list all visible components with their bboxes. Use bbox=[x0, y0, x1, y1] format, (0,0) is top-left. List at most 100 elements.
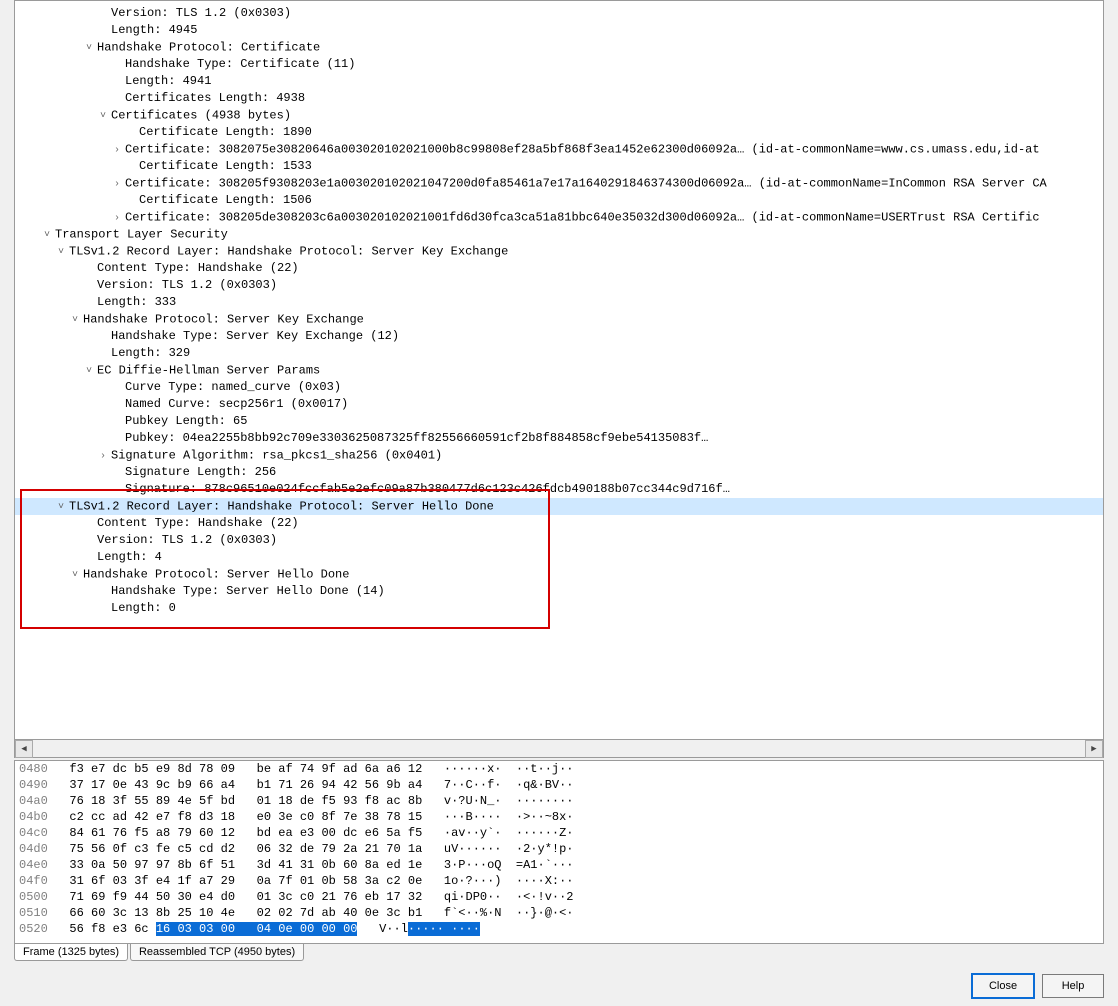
hex-bytes: 56 f8 e3 6c bbox=[69, 922, 155, 936]
chevron-right-icon[interactable]: › bbox=[111, 209, 123, 226]
hex-bytes: c2 cc ad 42 e7 f8 d3 18 e0 3e c0 8f 7e 3… bbox=[69, 810, 422, 824]
hex-ascii: uV······ ·2·y*!p· bbox=[444, 842, 574, 856]
hex-row[interactable]: 04e0 33 0a 50 97 97 8b 6f 51 3d 41 31 0b… bbox=[15, 857, 1103, 873]
hex-row[interactable]: 04c0 84 61 76 f5 a8 79 60 12 bd ea e3 00… bbox=[15, 825, 1103, 841]
tree-horizontal-scrollbar[interactable]: ◀ ▶ bbox=[14, 740, 1104, 758]
chevron-down-icon[interactable]: ˅ bbox=[83, 39, 95, 56]
hex-bytes: 31 6f 03 3f e4 1f a7 29 0a 7f 01 0b 58 3… bbox=[69, 874, 422, 888]
tree-row-label: Certificate: 308205f9308203e1a0030201020… bbox=[125, 177, 1047, 191]
hex-row[interactable]: 04b0 c2 cc ad 42 e7 f8 d3 18 e0 3e c0 8f… bbox=[15, 809, 1103, 825]
hex-offset: 0490 bbox=[19, 778, 69, 792]
tree-row[interactable]: Pubkey Length: 65 bbox=[15, 413, 1103, 430]
tree-row[interactable]: ˅Handshake Protocol: Server Hello Done bbox=[15, 566, 1103, 583]
hex-ascii: f`<··%·N ··}·@·<· bbox=[444, 906, 574, 920]
tree-row[interactable]: ›Certificate: 308205de308203c6a003020102… bbox=[15, 209, 1103, 226]
tree-row[interactable]: Certificate Length: 1533 bbox=[15, 158, 1103, 175]
hex-row[interactable]: 0500 71 69 f9 44 50 30 e4 d0 01 3c c0 21… bbox=[15, 889, 1103, 905]
chevron-down-icon[interactable]: ˅ bbox=[69, 311, 81, 328]
tree-row[interactable]: Length: 4 bbox=[15, 549, 1103, 566]
packet-details-tree[interactable]: Version: TLS 1.2 (0x0303)Length: 4945˅Ha… bbox=[14, 0, 1104, 740]
tree-row[interactable]: Content Type: Handshake (22) bbox=[15, 260, 1103, 277]
hex-ascii: ·av··y`· ······Z· bbox=[444, 826, 574, 840]
scroll-left-icon[interactable]: ◀ bbox=[15, 740, 33, 758]
tree-row-label: Curve Type: named_curve (0x03) bbox=[125, 380, 341, 394]
tree-row[interactable]: Content Type: Handshake (22) bbox=[15, 515, 1103, 532]
close-button[interactable]: Close bbox=[972, 974, 1034, 998]
packet-bytes-hex[interactable]: 0480 f3 e7 dc b5 e9 8d 78 09 be af 74 9f… bbox=[14, 760, 1104, 944]
tree-row[interactable]: Certificates Length: 4938 bbox=[15, 90, 1103, 107]
tree-row[interactable]: Curve Type: named_curve (0x03) bbox=[15, 379, 1103, 396]
chevron-down-icon[interactable]: ˅ bbox=[41, 226, 53, 243]
tree-row[interactable]: ›Certificate: 3082075e30820646a003020102… bbox=[15, 141, 1103, 158]
chevron-right-icon[interactable]: › bbox=[111, 141, 123, 158]
tree-row[interactable]: Length: 4941 bbox=[15, 73, 1103, 90]
help-button[interactable]: Help bbox=[1042, 974, 1104, 998]
hex-bytes: 84 61 76 f5 a8 79 60 12 bd ea e3 00 dc e… bbox=[69, 826, 422, 840]
chevron-right-icon[interactable]: › bbox=[111, 175, 123, 192]
tree-row[interactable]: Named Curve: secp256r1 (0x0017) bbox=[15, 396, 1103, 413]
hex-bytes: 37 17 0e 43 9c b9 66 a4 b1 71 26 94 42 5… bbox=[69, 778, 422, 792]
hex-row[interactable]: 04a0 76 18 3f 55 89 4e 5f bd 01 18 de f5… bbox=[15, 793, 1103, 809]
hex-offset: 04f0 bbox=[19, 874, 69, 888]
scroll-right-icon[interactable]: ▶ bbox=[1085, 740, 1103, 758]
tree-row[interactable]: ˅TLSv1.2 Record Layer: Handshake Protoco… bbox=[15, 498, 1103, 515]
tree-row[interactable]: Handshake Type: Certificate (11) bbox=[15, 56, 1103, 73]
hex-offset: 04c0 bbox=[19, 826, 69, 840]
tree-row[interactable]: Certificate Length: 1890 bbox=[15, 124, 1103, 141]
tree-row[interactable]: Pubkey: 04ea2255b8bb92c709e3303625087325… bbox=[15, 430, 1103, 447]
bytes-tab[interactable]: Frame (1325 bytes) bbox=[14, 944, 128, 961]
chevron-down-icon[interactable]: ˅ bbox=[55, 498, 67, 515]
tree-row[interactable]: Version: TLS 1.2 (0x0303) bbox=[15, 5, 1103, 22]
chevron-right-icon[interactable]: › bbox=[97, 447, 109, 464]
tree-row[interactable]: Signature: 878c96510e024fccfab5e2efc09a8… bbox=[15, 481, 1103, 498]
tree-row-label: Length: 333 bbox=[97, 295, 176, 309]
tree-row[interactable]: ˅EC Diffie-Hellman Server Params bbox=[15, 362, 1103, 379]
tree-row[interactable]: ˅TLSv1.2 Record Layer: Handshake Protoco… bbox=[15, 243, 1103, 260]
bytes-tab[interactable]: Reassembled TCP (4950 bytes) bbox=[130, 944, 304, 961]
hex-row[interactable]: 0510 66 60 3c 13 8b 25 10 4e 02 02 7d ab… bbox=[15, 905, 1103, 921]
tree-row[interactable]: Length: 333 bbox=[15, 294, 1103, 311]
tree-row-label: Content Type: Handshake (22) bbox=[97, 516, 299, 530]
tree-row-label: Signature: 878c96510e024fccfab5e2efc09a8… bbox=[125, 482, 730, 496]
chevron-down-icon[interactable]: ˅ bbox=[55, 243, 67, 260]
tree-row[interactable]: Handshake Type: Server Key Exchange (12) bbox=[15, 328, 1103, 345]
tree-row[interactable]: Length: 0 bbox=[15, 600, 1103, 617]
tree-row-label: Certificates Length: 4938 bbox=[125, 91, 305, 105]
hex-row[interactable]: 04f0 31 6f 03 3f e4 1f a7 29 0a 7f 01 0b… bbox=[15, 873, 1103, 889]
tree-row-label: Version: TLS 1.2 (0x0303) bbox=[97, 533, 277, 547]
tree-row[interactable]: Length: 329 bbox=[15, 345, 1103, 362]
hex-bytes: 71 69 f9 44 50 30 e4 d0 01 3c c0 21 76 e… bbox=[69, 890, 422, 904]
tree-row[interactable]: ›Signature Algorithm: rsa_pkcs1_sha256 (… bbox=[15, 447, 1103, 464]
tree-row[interactable]: Version: TLS 1.2 (0x0303) bbox=[15, 532, 1103, 549]
tree-row-label: Transport Layer Security bbox=[55, 228, 228, 242]
tree-row[interactable]: ˅Handshake Protocol: Server Key Exchange bbox=[15, 311, 1103, 328]
tree-row[interactable]: ˅Transport Layer Security bbox=[15, 226, 1103, 243]
tree-row-label: Certificate Length: 1506 bbox=[139, 193, 312, 207]
hex-row[interactable]: 0490 37 17 0e 43 9c b9 66 a4 b1 71 26 94… bbox=[15, 777, 1103, 793]
tree-row-label: Version: TLS 1.2 (0x0303) bbox=[97, 278, 277, 292]
tree-row[interactable]: Certificate Length: 1506 bbox=[15, 192, 1103, 209]
chevron-down-icon[interactable]: ˅ bbox=[69, 566, 81, 583]
hex-bytes-selected: 16 03 03 00 04 0e 00 00 00 bbox=[156, 922, 358, 936]
hex-ascii: ······x· ··t··j·· bbox=[444, 762, 574, 776]
chevron-down-icon[interactable]: ˅ bbox=[83, 362, 95, 379]
hex-row[interactable]: 04d0 75 56 0f c3 fe c5 cd d2 06 32 de 79… bbox=[15, 841, 1103, 857]
tree-row[interactable]: ˅Certificates (4938 bytes) bbox=[15, 107, 1103, 124]
tree-row-label: Handshake Protocol: Certificate bbox=[97, 41, 320, 55]
tree-row-label: TLSv1.2 Record Layer: Handshake Protocol… bbox=[69, 245, 508, 259]
tree-row[interactable]: Length: 4945 bbox=[15, 22, 1103, 39]
tree-row-label: TLSv1.2 Record Layer: Handshake Protocol… bbox=[69, 500, 494, 514]
tree-row-label: Handshake Protocol: Server Hello Done bbox=[83, 568, 349, 582]
chevron-down-icon[interactable]: ˅ bbox=[97, 107, 109, 124]
hex-offset: 04d0 bbox=[19, 842, 69, 856]
tree-row[interactable]: Signature Length: 256 bbox=[15, 464, 1103, 481]
hex-ascii: 7··C··f· ·q&·BV·· bbox=[444, 778, 574, 792]
tree-row[interactable]: ›Certificate: 308205f9308203e1a003020102… bbox=[15, 175, 1103, 192]
hex-row[interactable]: 0480 f3 e7 dc b5 e9 8d 78 09 be af 74 9f… bbox=[15, 761, 1103, 777]
tree-row-label: Certificate: 308205de308203c6a0030201020… bbox=[125, 211, 1040, 225]
tree-row[interactable]: Handshake Type: Server Hello Done (14) bbox=[15, 583, 1103, 600]
hex-row[interactable]: 0520 56 f8 e3 6c 16 03 03 00 04 0e 00 00… bbox=[15, 921, 1103, 937]
tree-row[interactable]: Version: TLS 1.2 (0x0303) bbox=[15, 277, 1103, 294]
tree-row[interactable]: ˅Handshake Protocol: Certificate bbox=[15, 39, 1103, 56]
hex-bytes: 76 18 3f 55 89 4e 5f bd 01 18 de f5 93 f… bbox=[69, 794, 422, 808]
